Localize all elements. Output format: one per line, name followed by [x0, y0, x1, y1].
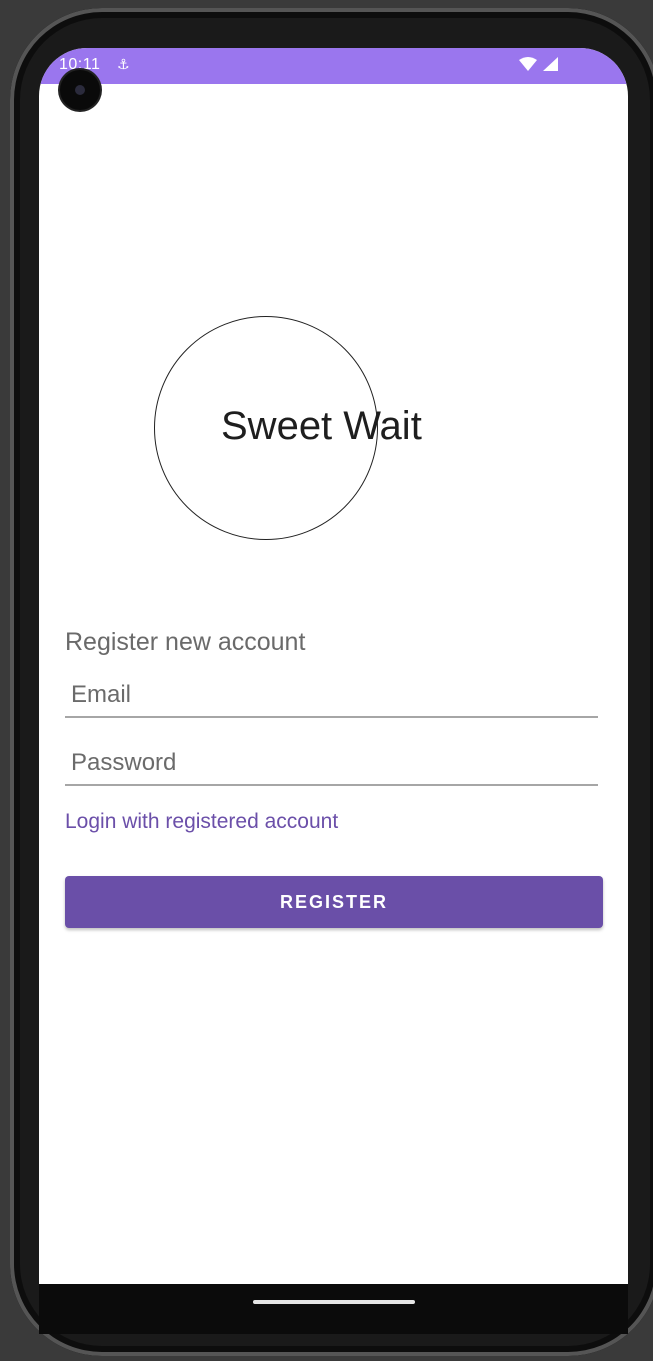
camera-lens — [75, 85, 85, 95]
camera-icon — [60, 70, 100, 110]
app-logo-text: Sweet Wait — [221, 404, 422, 448]
login-link[interactable]: Login with registered account — [65, 810, 338, 834]
register-button[interactable]: REGISTER — [65, 876, 603, 928]
status-bar: 10:11 ⚓ — [39, 48, 628, 84]
home-indicator[interactable] — [253, 1300, 415, 1304]
form-title: Register new account — [65, 628, 306, 656]
signal-icon — [541, 56, 559, 77]
email-field — [65, 660, 598, 718]
navigation-bar — [39, 1284, 628, 1334]
usb-icon: ⚓ — [117, 56, 130, 72]
password-input[interactable] — [69, 748, 593, 778]
wifi-icon — [519, 56, 537, 77]
password-field — [65, 728, 598, 786]
email-input[interactable] — [69, 680, 593, 710]
app-screen: 10:11 ⚓ Sweet Wait Register new account … — [39, 48, 628, 1284]
